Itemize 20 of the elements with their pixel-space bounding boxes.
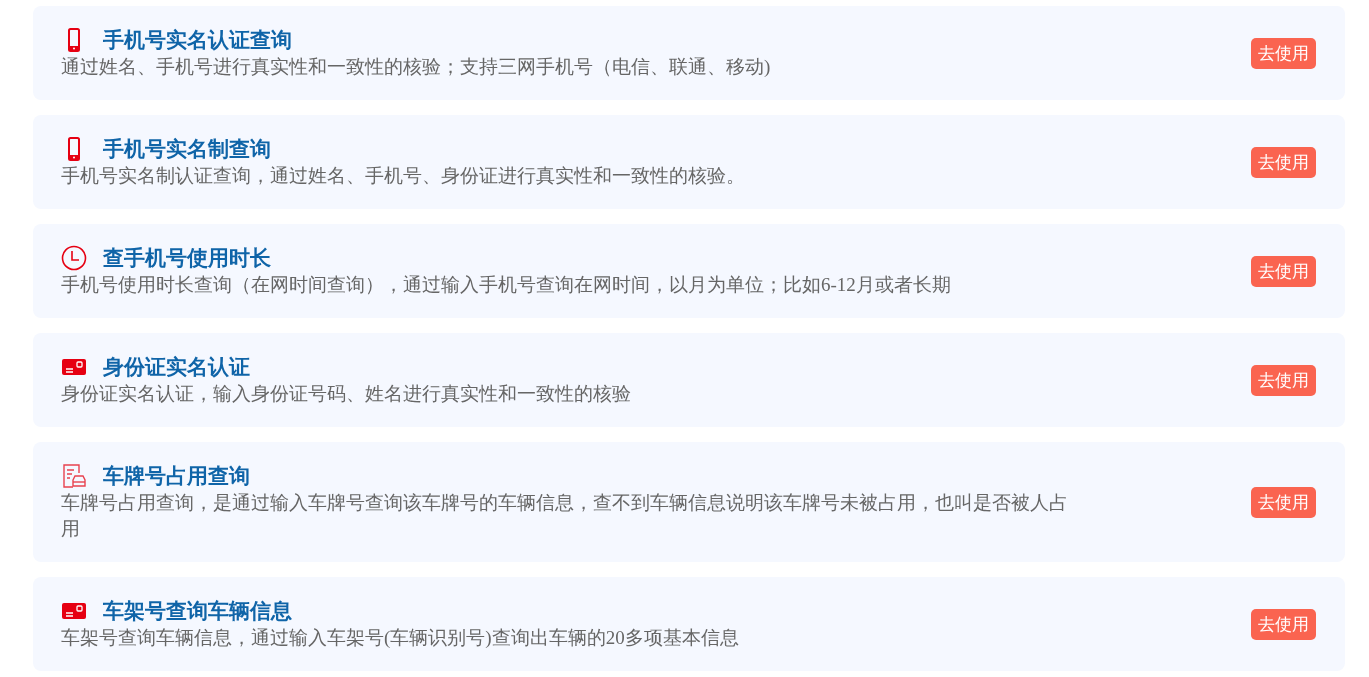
service-title: 车架号查询车辆信息 (103, 598, 292, 625)
use-button[interactable]: 去使用 (1251, 146, 1316, 178)
use-button[interactable]: 去使用 (1251, 255, 1316, 287)
service-description: 通过姓名、手机号进行真实性和一致性的核验；支持三网手机号（电信、联通、移动) (61, 55, 772, 79)
service-title: 手机号实名制查询 (103, 136, 271, 163)
service-title: 车牌号占用查询 (103, 463, 250, 490)
clock-icon (61, 245, 87, 271)
car-document-icon (61, 463, 87, 489)
service-description: 身份证实名认证，输入身份证号码、姓名进行真实性和一致性的核验 (61, 382, 632, 406)
service-title: 身份证实名认证 (103, 354, 250, 381)
use-button[interactable]: 去使用 (1251, 486, 1316, 518)
service-description: 手机号使用时长查询（在网时间查询），通过输入手机号查询在网时间，以月为单位；比如6-12月或者长期 (61, 273, 952, 297)
use-button[interactable]: 去使用 (1251, 608, 1316, 640)
service-description: 车牌号占用查询，是通过输入车牌号查询该车牌号的车辆信息，查不到车辆信息说明该车牌号未被占用，也叫是否被人占用 (61, 491, 1069, 541)
use-button[interactable]: 去使用 (1251, 364, 1316, 396)
service-title: 查手机号使用时长 (103, 245, 271, 272)
service-description: 车架号查询车辆信息，通过输入车架号(车辆识别号)查询出车辆的20多项基本信息 (61, 626, 740, 650)
service-title: 手机号实名认证查询 (103, 27, 292, 54)
service-description: 手机号实名制认证查询，通过姓名、手机号、身份证进行真实性和一致性的核验。 (61, 164, 746, 188)
use-button[interactable]: 去使用 (1251, 37, 1316, 69)
